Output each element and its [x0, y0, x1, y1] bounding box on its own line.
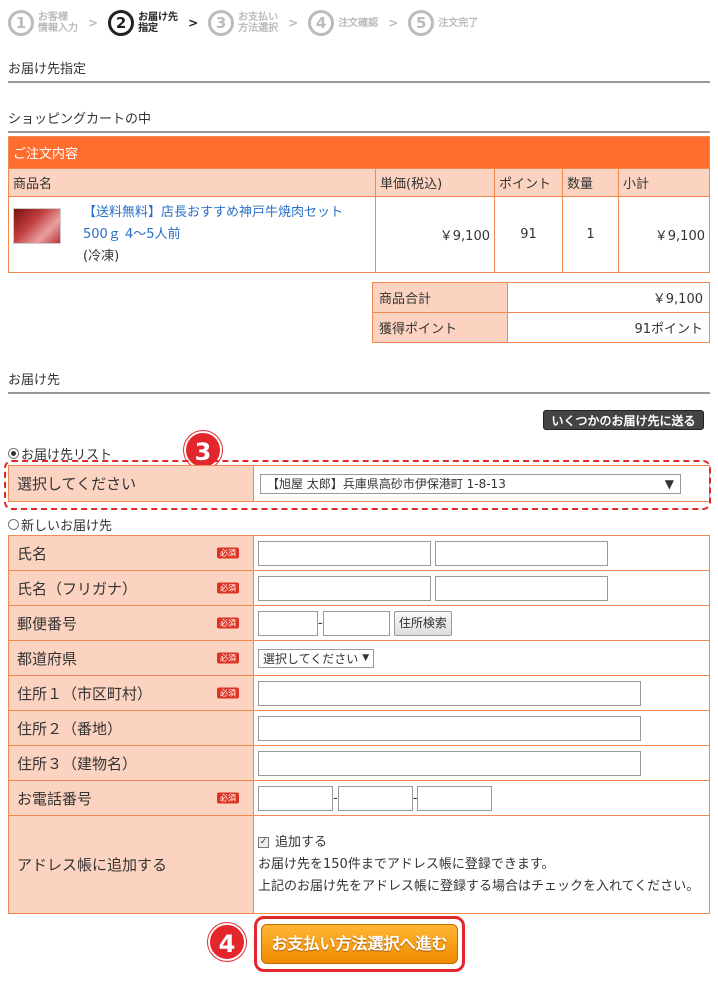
chevron-right-icon: >	[88, 16, 99, 30]
product-qty: 1	[562, 196, 619, 273]
cart-header: ご注文内容	[8, 136, 710, 169]
checkout-steps: 1 お客様 情報入力 > 2 お届け先 指定 > 3 お支払い 方法選択 > 4…	[8, 6, 488, 40]
highlight-frame-4: お支払い方法選択へ進む	[254, 916, 465, 972]
proceed-to-payment-button[interactable]: お支払い方法選択へ進む	[261, 924, 458, 964]
product-thumbnail[interactable]	[13, 207, 61, 244]
required-badge: 必須	[217, 652, 239, 664]
step-5: 5 注文完了	[408, 10, 478, 36]
required-badge: 必須	[217, 617, 239, 629]
highlight-frame-3	[4, 460, 711, 510]
addbook-checkbox[interactable]: ✓	[258, 836, 269, 848]
first-name-input[interactable]	[435, 540, 609, 566]
multi-delivery-button[interactable]: いくつかのお届け先に送る	[543, 410, 704, 430]
phone-input-1[interactable]	[258, 785, 333, 811]
product-points: 91	[494, 196, 563, 273]
column-header-qty: 数量	[562, 168, 619, 197]
field-label-addr2: 住所２（番地）	[8, 710, 254, 746]
field-label-zip: 郵便番号 必須	[8, 605, 254, 641]
step-5-label: 注文完了	[438, 17, 479, 29]
column-header-points: ポイント	[494, 168, 563, 197]
step-3: 3 お支払い 方法選択	[208, 10, 278, 36]
step-2-number: 2	[108, 10, 135, 36]
step-1-label: お客様 情報入力	[38, 12, 78, 34]
phone-input-2[interactable]	[337, 785, 413, 811]
chevron-right-icon: >	[388, 16, 399, 30]
step-3-number: 3	[208, 10, 235, 36]
cart-table: ご注文内容 商品名 単価(税込) ポイント 数量 小計 【送料無料】店長おすすめ…	[8, 136, 710, 273]
product-link-line2[interactable]: 500ｇ 4～5人前	[83, 224, 343, 246]
addbook-check-label: 追加する	[275, 834, 328, 850]
dropdown-arrow-icon: ▼	[362, 653, 370, 663]
field-label-name-text: 氏名	[17, 544, 48, 563]
section-title-delivery: お届け先	[8, 369, 710, 394]
totals-table: 商品合計 ￥9,100 獲得ポイント 91ポイント	[372, 282, 710, 343]
field-label-addr1: 住所１（市区町村） 必須	[8, 675, 254, 711]
points-value: 91ポイント	[507, 312, 710, 343]
chevron-right-icon: >	[188, 16, 199, 30]
new-delivery-radio[interactable]: 新しいお届け先	[8, 515, 112, 534]
first-name-kana-input[interactable]	[435, 575, 609, 601]
step-1-number: 1	[8, 10, 34, 36]
last-name-input[interactable]	[258, 540, 431, 566]
product-note: (冷凍)	[83, 248, 120, 264]
address2-input[interactable]	[258, 715, 641, 741]
step-4-label: 注文確認	[338, 17, 379, 29]
required-badge: 必須	[217, 547, 239, 559]
step-5-number: 5	[408, 10, 435, 36]
last-name-kana-input[interactable]	[258, 575, 431, 601]
field-label-pref-text: 都道府県	[17, 649, 78, 668]
step-4-number: 4	[308, 10, 335, 36]
phone-input-3[interactable]	[417, 785, 493, 811]
step-4: 4 注文確認	[308, 10, 378, 36]
field-label-zip-text: 郵便番号	[17, 614, 78, 633]
product-cell: 【送料無料】店長おすすめ神戸牛焼肉セット 500ｇ 4～5人前 (冷凍)	[8, 196, 376, 273]
field-label-addr1-text: 住所１（市区町村）	[17, 684, 153, 703]
zip-code-input-1[interactable]	[258, 610, 318, 636]
product-link[interactable]: 【送料無料】店長おすすめ神戸牛焼肉セット	[83, 202, 343, 224]
addbook-note-1: お届け先を150件までアドレス帳に登録できます。	[258, 856, 555, 872]
column-header-product: 商品名	[8, 168, 376, 197]
address-search-button[interactable]: 住所検索	[393, 610, 452, 636]
table-row: 【送料無料】店長おすすめ神戸牛焼肉セット 500ｇ 4～5人前 (冷凍) ￥9,…	[8, 196, 710, 273]
field-label-kana-text: 氏名（フリガナ）	[17, 579, 138, 598]
prefecture-select-value: 選択してください	[263, 651, 359, 666]
field-label-addbook: アドレス帳に追加する	[8, 815, 254, 914]
field-label-addr3: 住所３（建物名）	[8, 745, 254, 781]
product-price: ￥9,100	[375, 196, 495, 273]
total-label: 商品合計	[372, 282, 508, 313]
field-label-kana: 氏名（フリガナ） 必須	[8, 570, 254, 606]
step-1: 1 お客様 情報入力	[8, 10, 78, 36]
section-title-cart: ショッピングカートの中	[8, 108, 710, 133]
chevron-right-icon: >	[288, 16, 299, 30]
new-delivery-radio-label: 新しいお届け先	[21, 519, 113, 534]
step-3-label: お支払い 方法選択	[238, 12, 279, 34]
required-badge: 必須	[217, 792, 239, 804]
field-label-name: 氏名 必須	[8, 535, 254, 571]
required-badge: 必須	[217, 582, 239, 594]
addbook-note-2: 上記のお届け先をアドレス帳に登録する場合はチェックを入れてください。	[258, 878, 700, 894]
column-header-price: 単価(税込)	[375, 168, 495, 197]
address1-input[interactable]	[258, 680, 641, 706]
new-delivery-form: 氏名 必須 氏名（フリガナ） 必須 郵便番号 必須 - 住所検索 都道府県 必須 選択し…	[8, 535, 710, 914]
section-title-delivery-designation: お届け先指定	[8, 58, 710, 83]
radio-unselected-icon[interactable]	[8, 519, 19, 530]
step-2-label: お届け先 指定	[138, 12, 179, 34]
step-2: 2 お届け先 指定	[108, 10, 178, 36]
zip-code-input-2[interactable]	[322, 610, 390, 636]
field-label-tel: お電話番号 必須	[8, 780, 254, 816]
annotation-badge-4: 4	[208, 923, 246, 961]
address3-input[interactable]	[258, 750, 641, 776]
required-badge: 必須	[217, 687, 239, 699]
radio-selected-icon[interactable]	[8, 448, 19, 459]
total-value: ￥9,100	[507, 282, 710, 313]
column-header-subtotal: 小計	[618, 168, 710, 197]
field-label-tel-text: お電話番号	[17, 789, 93, 808]
prefecture-select[interactable]: 選択してください ▼	[258, 648, 375, 668]
field-label-pref: 都道府県 必須	[8, 640, 254, 676]
points-label: 獲得ポイント	[372, 312, 508, 343]
product-subtotal: ￥9,100	[618, 196, 710, 273]
